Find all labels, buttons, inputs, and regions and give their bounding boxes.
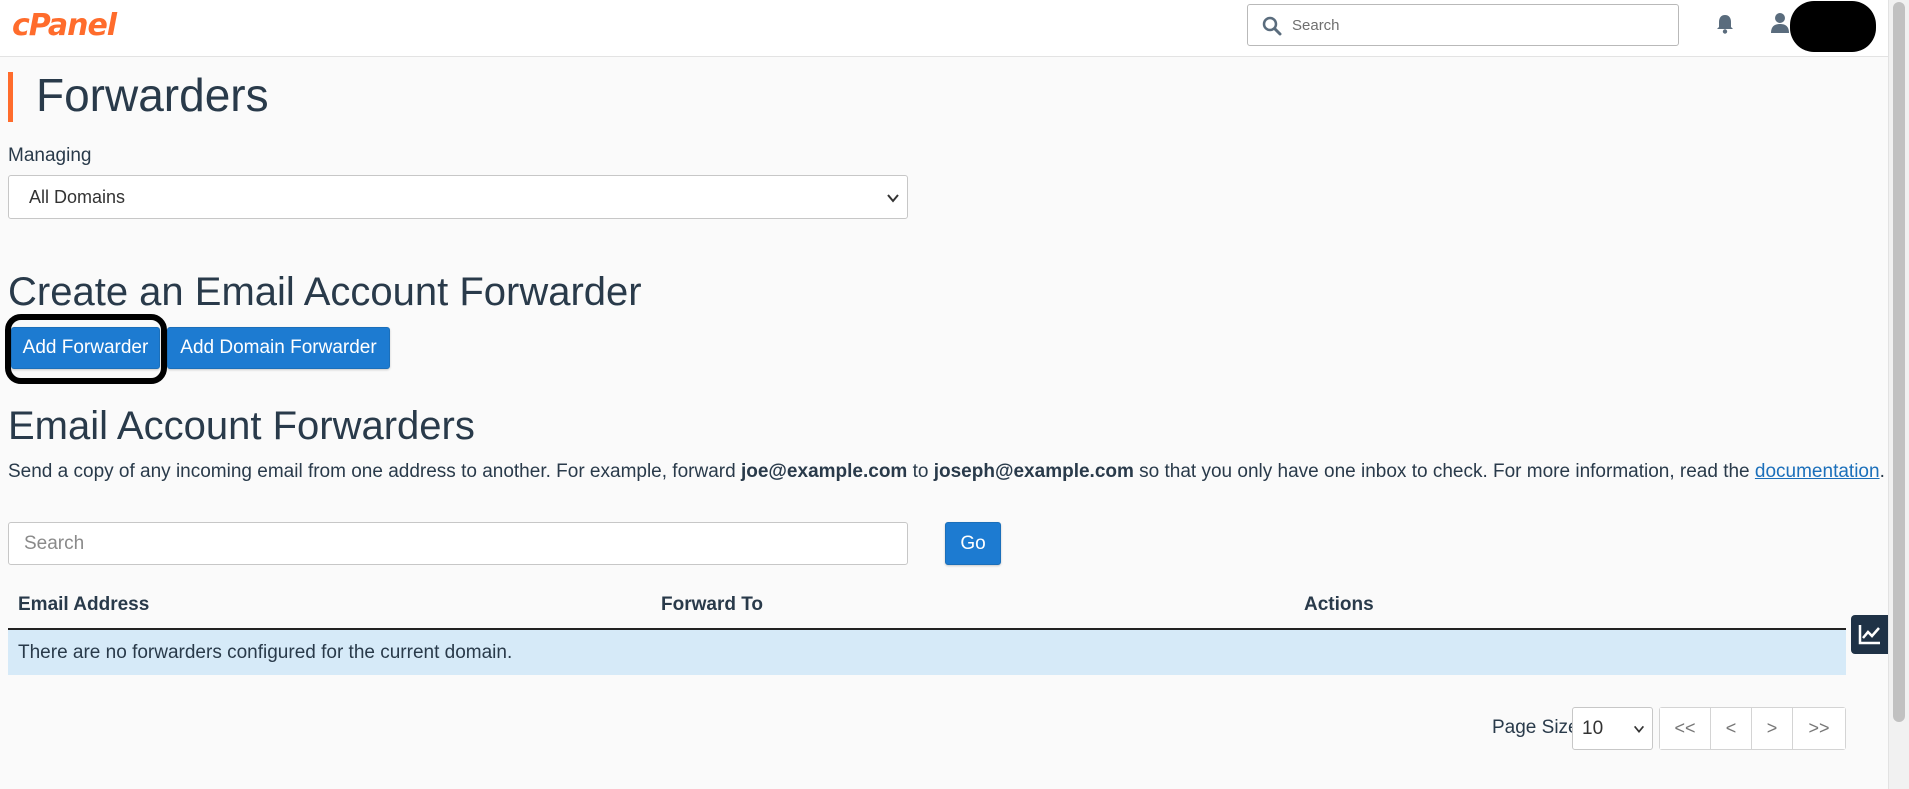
forwarders-description: Send a copy of any incoming email from o… [8, 461, 1885, 483]
desc-email-2: joseph@example.com [933, 461, 1134, 482]
page-title: Forwarders [36, 69, 269, 121]
desc-text-end: . [1879, 461, 1885, 482]
desc-text-1: Send a copy of any incoming email from o… [8, 461, 741, 482]
page-size-value: 10 [1582, 717, 1604, 739]
title-accent-bar [8, 72, 13, 122]
desc-email-1: joe@example.com [740, 461, 908, 482]
empty-message: There are no forwarders configured for t… [18, 641, 513, 663]
column-header-email-address[interactable]: Email Address [18, 594, 149, 616]
top-bar: cPanel [0, 0, 1888, 57]
redacted-username[interactable] [1790, 1, 1876, 52]
add-forwarder-button[interactable]: Add Forwarder [11, 327, 160, 369]
user-icon[interactable] [1769, 12, 1791, 34]
column-header-actions: Actions [1304, 594, 1374, 615]
search-icon [1262, 16, 1282, 36]
last-page-button[interactable]: >> [1793, 708, 1845, 749]
prev-page-button[interactable]: < [1711, 708, 1752, 749]
email-account-forwarders-heading: Email Account Forwarders [8, 404, 475, 448]
go-button[interactable]: Go [945, 522, 1001, 565]
top-search-box[interactable] [1247, 4, 1679, 46]
top-search-input[interactable] [1292, 11, 1662, 39]
documentation-link[interactable]: documentation [1755, 461, 1880, 482]
managing-selected-value: All Domains [29, 186, 126, 207]
desc-text-3: so that you only have one inbox to check… [1133, 461, 1755, 482]
column-header-forward-to[interactable]: Forward To [661, 594, 763, 616]
forwarders-search-input[interactable] [8, 522, 908, 565]
page-size-select[interactable]: 10 [1572, 707, 1653, 750]
bell-icon[interactable] [1714, 13, 1736, 35]
stats-widget-button[interactable] [1851, 615, 1888, 654]
scrollbar[interactable] [1888, 0, 1909, 789]
add-domain-forwarder-button[interactable]: Add Domain Forwarder [167, 327, 390, 369]
next-page-button[interactable]: > [1752, 708, 1793, 749]
desc-text-2: to [907, 461, 934, 482]
first-page-button[interactable]: << [1660, 708, 1711, 749]
table-empty-row: There are no forwarders configured for t… [8, 630, 1846, 675]
pagination-controls: << < > >> [1659, 707, 1846, 750]
page-size-label: Page Size [1492, 717, 1579, 738]
managing-domain-select[interactable]: All Domains [8, 175, 908, 219]
managing-label: Managing [8, 145, 92, 166]
create-forwarder-heading: Create an Email Account Forwarder [8, 270, 642, 314]
chart-trend-icon [1858, 625, 1880, 645]
chevron-down-icon [1633, 725, 1645, 733]
scrollbar-thumb[interactable] [1893, 2, 1905, 722]
chevron-down-icon [887, 194, 899, 203]
cpanel-logo[interactable]: cPanel [12, 8, 117, 43]
